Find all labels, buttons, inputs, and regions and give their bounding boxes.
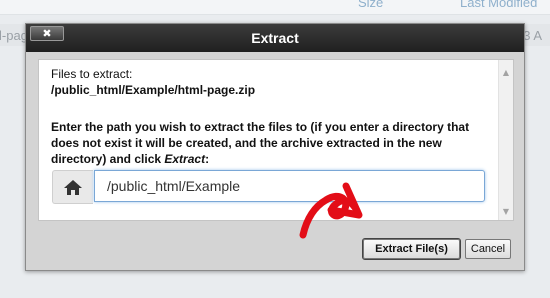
- file-name: l-pag: [0, 28, 28, 43]
- instructions-text: Enter the path you wish to extract the f…: [51, 120, 470, 166]
- archive-path: /public_html/Example/html-page.zip: [51, 83, 256, 97]
- extract-path-input[interactable]: [94, 170, 485, 202]
- home-directory-button[interactable]: [52, 170, 93, 204]
- files-to-extract-label: Files to extract:: [51, 67, 133, 81]
- column-size[interactable]: Size: [358, 0, 383, 10]
- close-button[interactable]: ✖: [30, 26, 64, 41]
- extract-dialog: Extract ✖ Files to extract: /public_html…: [25, 23, 525, 271]
- cancel-button[interactable]: Cancel: [465, 239, 511, 259]
- dialog-titlebar[interactable]: Extract ✖: [26, 24, 524, 52]
- file-table-header: Size Last Modified: [0, 0, 550, 15]
- scroll-up-icon[interactable]: ▲: [499, 68, 513, 77]
- home-icon: [64, 180, 82, 195]
- dialog-content: Files to extract: /public_html/Example/h…: [38, 59, 514, 221]
- extract-files-button[interactable]: Extract File(s): [362, 238, 461, 260]
- content-scrollbar[interactable]: ▲ ▼: [498, 60, 513, 220]
- scroll-down-icon[interactable]: ▼: [499, 207, 513, 216]
- column-last-modified[interactable]: Last Modified: [460, 0, 537, 10]
- dialog-title: Extract: [251, 30, 299, 46]
- close-icon: ✖: [42, 27, 52, 40]
- instructions-emphasis: Extract: [164, 152, 206, 166]
